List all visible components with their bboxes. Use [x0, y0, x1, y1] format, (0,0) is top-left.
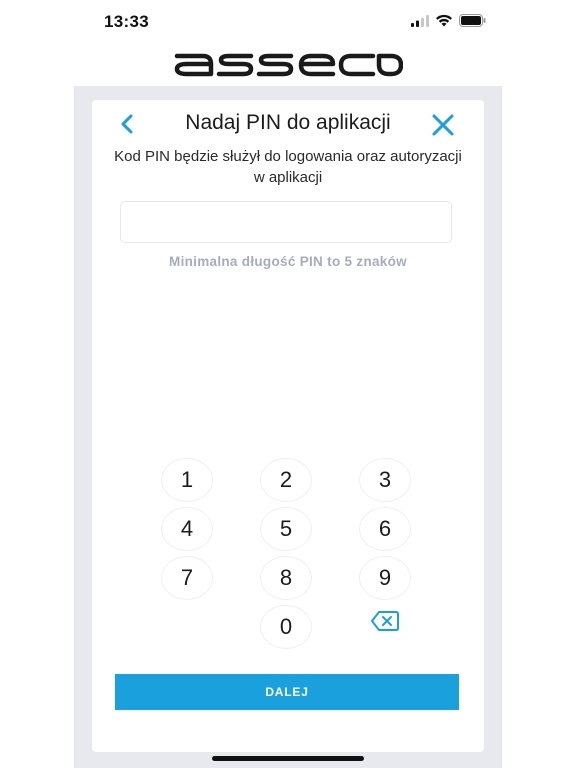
- pin-input[interactable]: [120, 201, 452, 243]
- status-icons: [411, 14, 486, 32]
- pin-length-hint: Minimalna długość PIN to 5 znaków: [169, 254, 407, 269]
- close-button[interactable]: [430, 112, 456, 138]
- key-4[interactable]: 4: [161, 507, 213, 551]
- key-7[interactable]: 7: [161, 556, 213, 600]
- key-0[interactable]: 0: [260, 605, 312, 649]
- logo: [0, 44, 576, 84]
- page-title: Nadaj PIN do aplikacji: [185, 111, 391, 134]
- header: Nadaj PIN do aplikacji: [92, 108, 484, 140]
- battery-icon: [459, 14, 486, 32]
- key-2[interactable]: 2: [260, 458, 312, 502]
- wifi-icon: [435, 14, 453, 32]
- home-indicator: [212, 756, 364, 761]
- key-8[interactable]: 8: [260, 556, 312, 600]
- delete-key[interactable]: [359, 601, 411, 645]
- key-1[interactable]: 1: [161, 458, 213, 502]
- key-6[interactable]: 6: [359, 507, 411, 551]
- pin-card: Nadaj PIN do aplikacji Kod PIN będzie sł…: [92, 100, 484, 752]
- next-button[interactable]: DALEJ: [115, 674, 459, 710]
- subtitle: Kod PIN będzie służył do logowania oraz …: [114, 148, 462, 186]
- key-9[interactable]: 9: [359, 556, 411, 600]
- asseco-logo-icon: [173, 44, 404, 84]
- key-3[interactable]: 3: [359, 458, 411, 502]
- screen: 13:33 Nadaj PIN do aplikacji Kod PIN będ…: [0, 0, 576, 768]
- close-icon: [430, 114, 456, 142]
- key-5[interactable]: 5: [260, 507, 312, 551]
- signal-icon: [411, 14, 429, 32]
- status-bar: 13:33: [0, 0, 576, 40]
- backspace-icon: [370, 610, 400, 637]
- status-time: 13:33: [104, 12, 149, 31]
